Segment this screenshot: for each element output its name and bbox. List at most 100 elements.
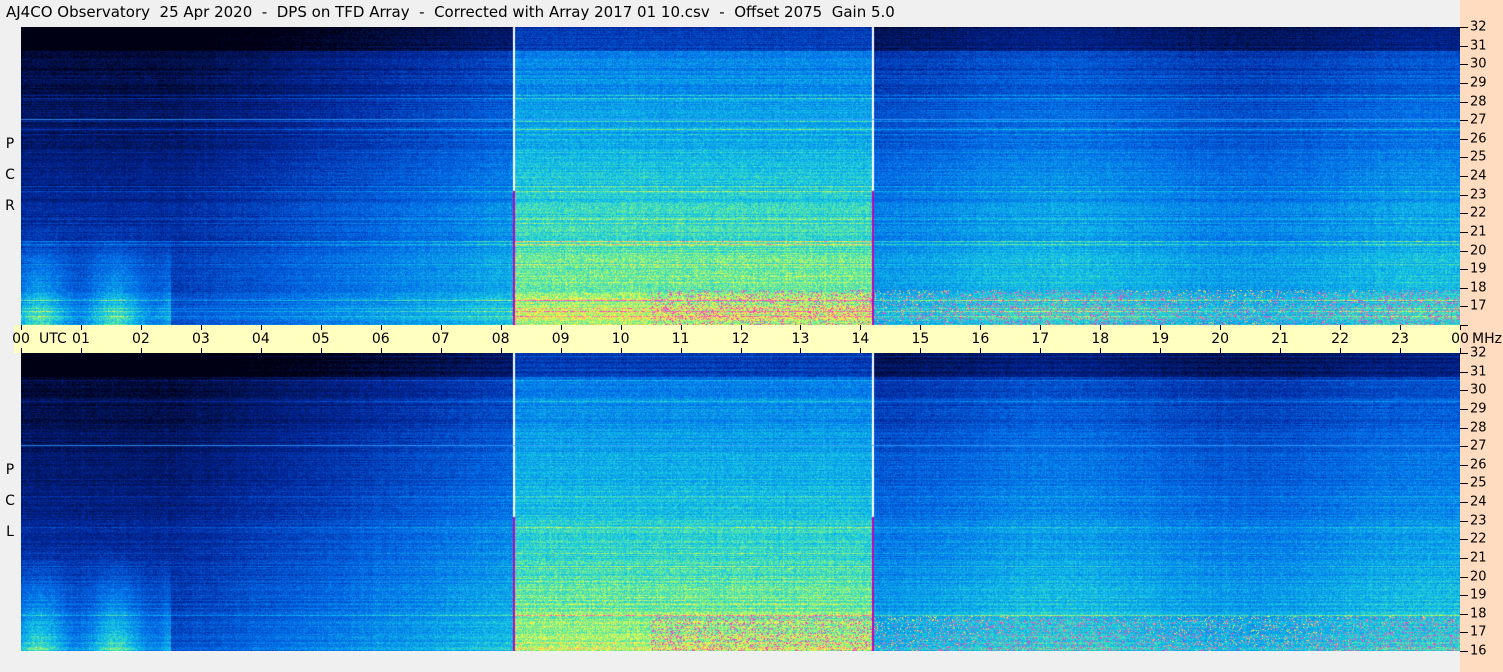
y-tick-mark xyxy=(1460,231,1468,233)
x-tick-label: 14 xyxy=(851,331,870,347)
y-tick-label: 17 xyxy=(1470,624,1487,640)
y-tick-mark xyxy=(1460,213,1468,215)
x-tick-mark xyxy=(1400,348,1402,353)
x-tick-mark xyxy=(680,325,682,330)
rcp-spectrogram xyxy=(21,27,1460,325)
y-tick-mark xyxy=(1460,446,1468,448)
x-tick-mark xyxy=(920,348,922,353)
x-tick-label: 12 xyxy=(731,331,750,347)
x-tick-mark xyxy=(800,325,802,330)
y-tick-mark xyxy=(1460,576,1468,578)
x-tick-mark xyxy=(980,325,982,330)
x-tick-label: 22 xyxy=(1331,331,1349,347)
x-tick-mark xyxy=(500,325,502,330)
polarization-label-letter: R xyxy=(5,198,15,214)
x-tick-mark xyxy=(560,348,562,353)
x-tick-mark xyxy=(1220,348,1222,353)
x-tick-label: 10 xyxy=(611,331,630,347)
x-tick-mark xyxy=(1220,325,1222,330)
y-tick-label: 32 xyxy=(1470,19,1487,35)
y-tick-label: 19 xyxy=(1470,587,1487,603)
x-tick-mark xyxy=(1340,348,1342,353)
y-tick-label: 28 xyxy=(1470,94,1487,109)
y-tick-label: 26 xyxy=(1470,457,1487,473)
x-tick-mark xyxy=(560,325,562,330)
x-tick-mark xyxy=(1100,325,1102,330)
y-tick-label: 27 xyxy=(1470,438,1487,454)
x-tick-mark xyxy=(140,325,142,330)
lcp-spectrogram xyxy=(21,353,1460,651)
y-tick-label: 31 xyxy=(1470,38,1487,54)
y-tick-mark xyxy=(1460,287,1468,289)
y-tick-mark xyxy=(1460,613,1468,615)
x-axis-unit-label: UTC xyxy=(39,331,67,347)
x-tick-label: 06 xyxy=(371,331,390,347)
x-tick-mark xyxy=(620,325,622,330)
y-tick-label: 25 xyxy=(1470,475,1487,491)
y-tick-mark xyxy=(1460,502,1468,503)
y-tick-label: 17 xyxy=(1470,298,1487,314)
x-tick-label: 00 xyxy=(12,331,30,347)
y-tick-mark xyxy=(1460,194,1468,196)
x-tick-mark xyxy=(1280,325,1282,330)
y-tick-mark xyxy=(1460,408,1468,410)
y-tick-mark xyxy=(1460,651,1468,652)
x-tick-label: 17 xyxy=(1031,331,1050,347)
polarization-label-letter: L xyxy=(6,524,14,540)
x-tick-mark xyxy=(800,348,802,353)
x-tick-mark xyxy=(1040,348,1042,353)
x-tick-mark xyxy=(1160,348,1162,353)
x-tick-label: 19 xyxy=(1151,331,1170,347)
x-tick-mark xyxy=(680,348,682,353)
x-tick-label: 05 xyxy=(311,331,330,347)
x-tick-label: 21 xyxy=(1271,331,1290,347)
y-tick-mark xyxy=(1460,539,1468,541)
x-tick-mark xyxy=(21,325,22,330)
x-tick-mark xyxy=(620,348,622,353)
polarization-label-letter: P xyxy=(5,136,15,152)
x-tick-label: 04 xyxy=(251,331,270,347)
x-tick-mark xyxy=(1400,325,1402,330)
x-tick-label: 00 xyxy=(1451,331,1469,347)
x-tick-mark xyxy=(1280,348,1282,353)
x-tick-mark xyxy=(440,325,442,330)
x-tick-label: 09 xyxy=(551,331,570,347)
x-tick-label: 23 xyxy=(1391,331,1409,347)
y-tick-label: 18 xyxy=(1470,280,1487,296)
polarization-label-letter: C xyxy=(5,493,15,509)
x-tick-label: 20 xyxy=(1211,331,1230,347)
y-tick-label: 19 xyxy=(1470,261,1487,277)
y-tick-label: 23 xyxy=(1470,513,1487,529)
x-tick-mark xyxy=(200,348,202,353)
y-tick-mark xyxy=(1460,371,1468,373)
y-tick-mark xyxy=(1460,120,1468,122)
y-tick-label: 26 xyxy=(1470,131,1487,147)
x-tick-mark xyxy=(1160,325,1162,330)
x-tick-label: 07 xyxy=(431,331,450,347)
lcp-spectrogram-panel xyxy=(21,353,1460,651)
y-tick-mark xyxy=(1460,45,1468,47)
y-tick-label: 16 xyxy=(1470,643,1487,659)
y-tick-label: 18 xyxy=(1470,606,1487,622)
x-tick-mark xyxy=(200,325,202,330)
y-tick-mark xyxy=(1460,101,1468,103)
y-tick-mark xyxy=(1460,353,1468,354)
x-tick-label: 15 xyxy=(911,331,930,347)
y-tick-mark xyxy=(1460,427,1468,429)
x-tick-mark xyxy=(80,325,82,330)
y-tick-mark xyxy=(1460,27,1468,28)
y-tick-mark xyxy=(1460,390,1468,392)
polarization-label-letter: P xyxy=(5,462,15,478)
x-tick-label: 01 xyxy=(72,331,90,347)
x-tick-mark xyxy=(380,348,382,353)
x-tick-label: 11 xyxy=(671,331,690,347)
y-tick-label: 20 xyxy=(1470,569,1487,584)
polarization-label-letter: C xyxy=(5,167,15,183)
y-tick-mark xyxy=(1460,306,1468,308)
x-tick-mark xyxy=(21,348,22,353)
x-tick-mark xyxy=(260,325,262,330)
x-tick-label: 08 xyxy=(491,331,510,347)
x-tick-mark xyxy=(380,325,382,330)
x-tick-mark xyxy=(740,348,742,353)
x-tick-mark xyxy=(860,348,862,353)
